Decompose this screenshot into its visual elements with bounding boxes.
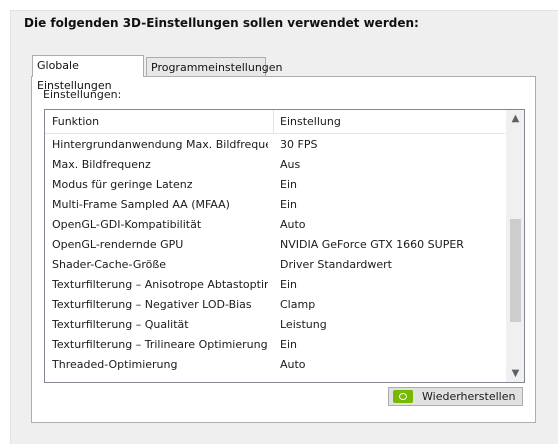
restore-button-label: Wiederherstellen	[422, 390, 516, 403]
tab-global-settings[interactable]: Globale Einstellungen	[32, 55, 144, 92]
table-row[interactable]: Texturfilterung – Negativer LOD-Bias Clam…	[45, 294, 505, 314]
chevron-up-icon[interactable]: ▲	[507, 110, 524, 127]
row-function: Multi-Frame Sampled AA (MFAA)	[52, 198, 230, 211]
page-heading: Die folgenden 3D-Einstellungen sollen ve…	[24, 16, 419, 30]
row-function: Modus für geringe Latenz	[52, 178, 193, 191]
row-function: OpenGL-rendernde GPU	[52, 238, 184, 251]
table-row[interactable]: Texturfilterung – Qualität Leistung	[45, 314, 505, 334]
row-function: Texturfilterung – Anisotrope Abtastoptim…	[52, 278, 268, 291]
row-setting: Ein	[280, 178, 297, 191]
row-function: Hintergrundanwendung Max. Bildfrequenz	[52, 138, 268, 151]
settings-rows: Hintergrundanwendung Max. Bildfrequenz 30…	[45, 134, 505, 374]
tab-program-settings[interactable]: Programmeinstellungen	[146, 57, 283, 77]
column-divider[interactable]	[273, 110, 274, 133]
table-row[interactable]: Threaded-Optimierung Auto	[45, 354, 505, 374]
table-row[interactable]: Hintergrundanwendung Max. Bildfrequenz 30…	[45, 134, 505, 154]
restore-button[interactable]: Wiederherstellen	[388, 387, 523, 406]
table-row[interactable]: Modus für geringe Latenz Ein	[45, 174, 505, 194]
table-row[interactable]: Texturfilterung – Anisotrope Abtastoptim…	[45, 274, 505, 294]
row-setting: Driver Standardwert	[280, 258, 392, 271]
row-setting: Ein	[280, 338, 297, 351]
chevron-down-icon[interactable]: ▼	[507, 365, 524, 382]
list-header: Funktion Einstellung	[45, 110, 505, 134]
column-header-setting[interactable]: Einstellung	[280, 115, 341, 128]
column-header-function[interactable]: Funktion	[52, 115, 99, 128]
row-setting: Clamp	[280, 298, 316, 311]
row-setting: NVIDIA GeForce GTX 1660 SUPER	[280, 238, 464, 251]
row-function: Texturfilterung – Trilineare Optimierung	[52, 338, 268, 351]
row-setting: 30 FPS	[280, 138, 318, 151]
row-function: Max. Bildfrequenz	[52, 158, 151, 171]
row-setting: Aus	[280, 158, 301, 171]
table-row[interactable]: OpenGL-rendernde GPU NVIDIA GeForce GTX 1…	[45, 234, 505, 254]
row-function: Texturfilterung – Qualität	[52, 318, 189, 331]
row-function: Shader-Cache-Größe	[52, 258, 167, 271]
row-function: OpenGL-GDI-Kompatibilität	[52, 218, 202, 231]
scrollbar-thumb[interactable]	[510, 219, 521, 322]
vertical-scrollbar[interactable]: ▲ ▼	[506, 110, 524, 382]
table-row[interactable]: Shader-Cache-Größe Driver Standardwert	[45, 254, 505, 274]
row-setting: Auto	[280, 218, 306, 231]
row-setting: Ein	[280, 278, 297, 291]
row-function: Texturfilterung – Negativer LOD-Bias	[52, 298, 252, 311]
row-function: Threaded-Optimierung	[52, 358, 178, 371]
row-setting: Leistung	[280, 318, 327, 331]
row-setting: Ein	[280, 198, 297, 211]
row-setting: Auto	[280, 358, 306, 371]
table-row[interactable]: Max. Bildfrequenz Aus	[45, 154, 505, 174]
tab-page-global: Einstellungen: Funktion Einstellung Hint…	[31, 76, 536, 423]
table-row[interactable]: Texturfilterung – Trilineare Optimierung…	[45, 334, 505, 354]
settings-list[interactable]: Funktion Einstellung Hintergrundanwendun…	[44, 109, 525, 383]
table-row[interactable]: Multi-Frame Sampled AA (MFAA) Ein	[45, 194, 505, 214]
table-row[interactable]: OpenGL-GDI-Kompatibilität Auto	[45, 214, 505, 234]
nvidia-logo-icon	[393, 390, 413, 403]
